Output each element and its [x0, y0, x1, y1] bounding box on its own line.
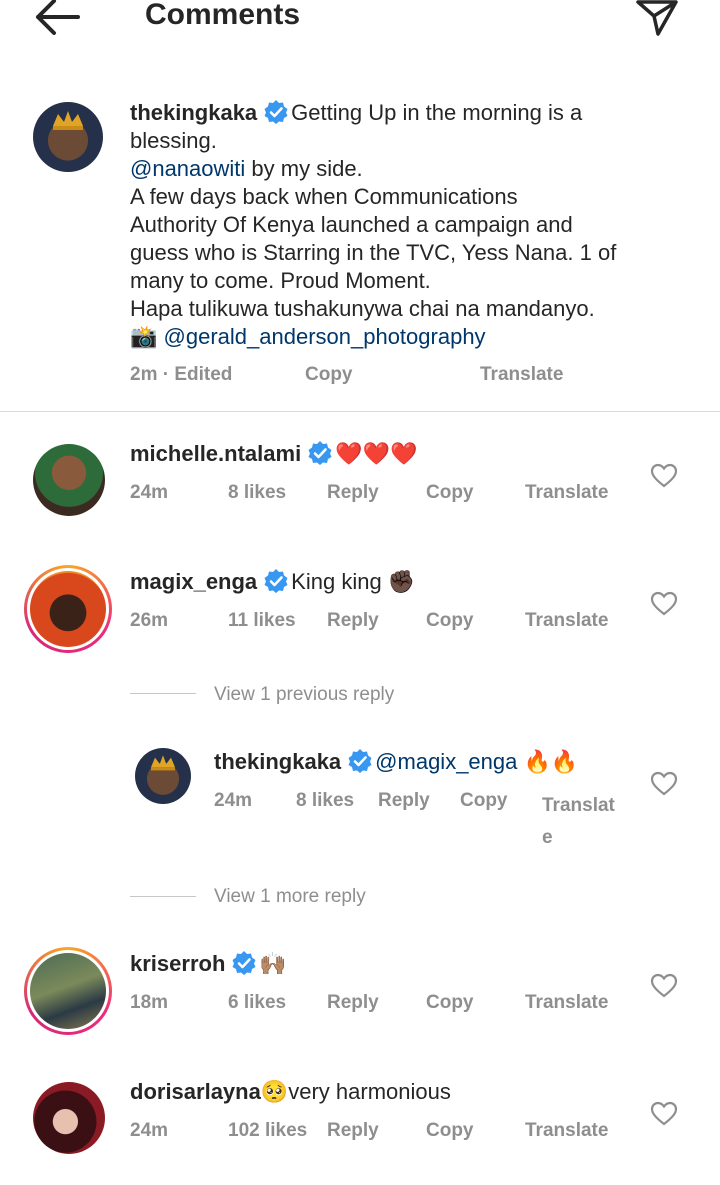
comment-text: very harmonious [288, 1079, 451, 1104]
view-previous-replies[interactable]: View 1 previous reply [214, 684, 394, 706]
verified-badge-icon [348, 749, 372, 773]
comment-username[interactable]: michelle.ntalami [130, 441, 301, 466]
comment-emoji: 🥺 [260, 1079, 289, 1104]
reply-button[interactable]: Reply [327, 482, 379, 504]
verified-badge-icon [264, 569, 288, 593]
comment-time: 24m [214, 790, 253, 811]
avatar[interactable] [135, 748, 191, 804]
copy-button[interactable]: Copy [305, 364, 353, 386]
comment-username[interactable]: kriserroh [130, 951, 225, 976]
caption-text: many to come. Proud Moment. [130, 268, 431, 293]
copy-button[interactable]: Copy [426, 1120, 474, 1142]
reply-button[interactable]: Reply [327, 992, 379, 1014]
comment-text: ❤️❤️❤️ [335, 441, 418, 466]
reply-button[interactable]: Reply [327, 610, 379, 632]
divider [130, 896, 196, 897]
avatar-story-ring[interactable] [24, 947, 112, 1035]
likes-count[interactable]: 102 likes [228, 1120, 307, 1142]
caption-text: blessing. [130, 128, 217, 153]
avatar [30, 953, 106, 1029]
mention-link[interactable]: @nanaowiti [130, 156, 245, 181]
copy-button[interactable]: Copy [426, 482, 474, 504]
camera-emoji: 📸 [130, 324, 158, 349]
comment-username[interactable]: magix_enga [130, 569, 257, 594]
reply-username[interactable]: thekingkaka [214, 749, 341, 774]
avatar [30, 571, 106, 647]
heart-icon[interactable] [650, 591, 678, 617]
caption-text: Getting Up in the morning is a [291, 100, 583, 125]
reply-button[interactable]: Reply [378, 790, 430, 812]
avatar[interactable] [33, 444, 105, 516]
comment-text: King king ✊🏿 [291, 569, 416, 594]
translate-button[interactable]: Translate [525, 992, 608, 1014]
send-icon[interactable] [632, 0, 680, 40]
verified-badge-icon [308, 441, 332, 465]
likes-count[interactable]: 6 likes [228, 992, 286, 1014]
heart-icon[interactable] [650, 463, 678, 489]
avatar-story-ring[interactable] [24, 565, 112, 653]
caption-text: A few days back when Communications [130, 184, 518, 209]
comment-username[interactable]: dorisarlayna [130, 1079, 261, 1104]
copy-button[interactable]: Copy [460, 790, 508, 812]
caption-text: by my side. [245, 156, 363, 181]
translate-button[interactable]: Translate [480, 364, 563, 386]
avatar[interactable] [33, 102, 103, 172]
divider [130, 693, 196, 694]
mention-link[interactable]: @gerald_anderson_photography [164, 324, 486, 349]
heart-icon[interactable] [650, 771, 678, 797]
comment-time: 24m [130, 1120, 169, 1141]
mention-link[interactable]: @magix_enga [375, 749, 517, 774]
verified-badge-icon [232, 951, 256, 975]
avatar[interactable] [33, 1082, 105, 1154]
translate-label: e [542, 827, 553, 848]
heart-icon[interactable] [650, 973, 678, 999]
comment-text: 🙌🏽 [259, 951, 287, 976]
translate-button[interactable]: Translate [525, 1120, 608, 1142]
comment-time: 24m [130, 482, 169, 503]
translate-button[interactable]: Translat e [542, 790, 615, 854]
comment-text: 🔥🔥 [517, 749, 579, 774]
translate-button[interactable]: Translate [525, 610, 608, 632]
translate-label: Translat [542, 795, 615, 816]
comment-time: 26m [130, 610, 169, 631]
verified-badge-icon [264, 100, 288, 124]
page-title: Comments [145, 0, 301, 31]
likes-count[interactable]: 8 likes [228, 482, 286, 504]
copy-button[interactable]: Copy [426, 610, 474, 632]
comment-time: 18m [130, 992, 169, 1013]
reply-button[interactable]: Reply [327, 1120, 379, 1142]
back-arrow-icon[interactable] [30, 0, 82, 40]
caption-text: Authority Of Kenya launched a campaign a… [130, 212, 573, 237]
caption-text: guess who is Starring in the TVC, Yess N… [130, 240, 617, 265]
likes-count[interactable]: 8 likes [296, 790, 354, 812]
caption-text: Hapa tulikuwa tushakunywa chai na mandan… [130, 296, 595, 321]
translate-button[interactable]: Translate [525, 482, 608, 504]
view-more-replies[interactable]: View 1 more reply [214, 886, 366, 908]
copy-button[interactable]: Copy [426, 992, 474, 1014]
divider [0, 411, 720, 412]
heart-icon[interactable] [650, 1101, 678, 1127]
caption-username[interactable]: thekingkaka [130, 100, 257, 125]
caption-time: 2m · Edited [130, 364, 233, 385]
likes-count[interactable]: 11 likes [228, 610, 296, 632]
